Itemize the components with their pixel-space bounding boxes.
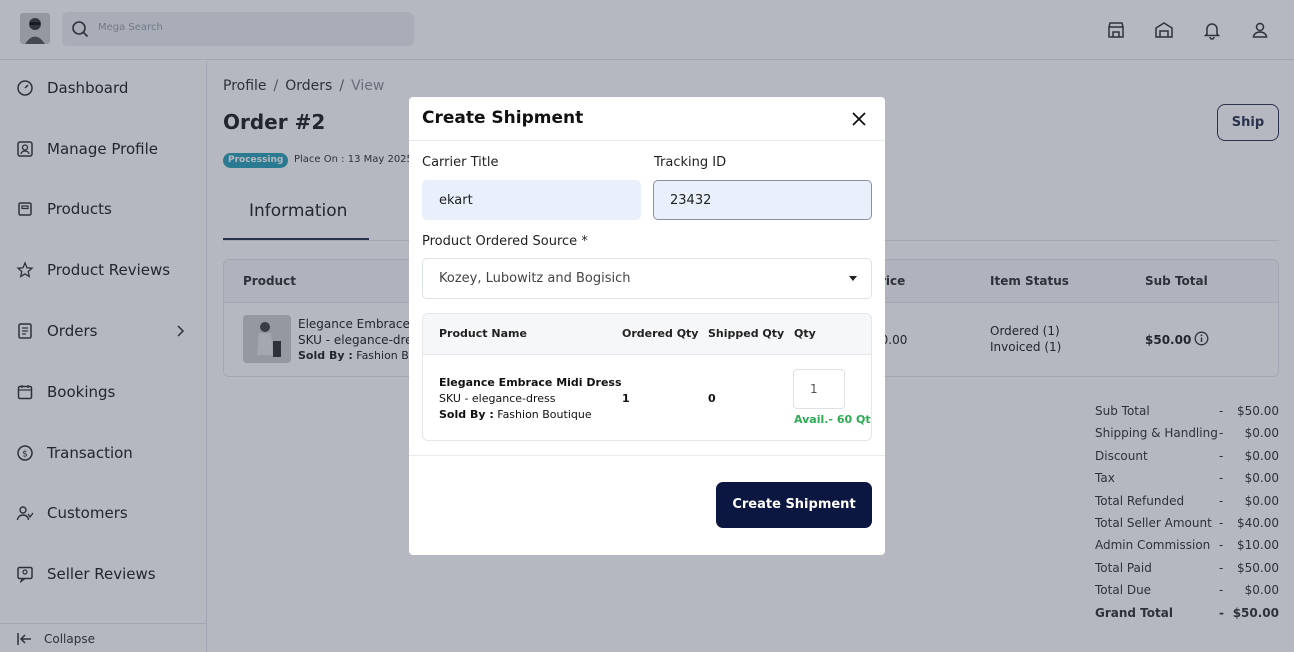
ordered-qty-value: 1 [622,392,630,405]
header-qty: Qty [794,327,816,340]
shipped-qty-value: 0 [708,392,716,405]
create-shipment-button[interactable]: Create Shipment [716,482,872,528]
tracking-id-input[interactable] [653,180,872,220]
shipment-products-table: Product Name Ordered Qty Shipped Qty Qty… [422,313,872,441]
qty-input[interactable] [793,369,845,409]
source-label: Product Ordered Source * [422,234,588,249]
modal-title: Create Shipment [422,108,583,128]
carrier-title-label: Carrier Title [422,155,498,170]
header-shipped-qty: Shipped Qty [708,327,784,340]
modal-header: Create Shipment [409,97,885,141]
caret-down-icon [849,276,857,281]
shipment-product-name: Elegance Embrace Midi Dress [439,376,622,389]
create-shipment-modal: Create Shipment Carrier Title Tracking I… [409,97,885,555]
source-select-value: Kozey, Lubowitz and Bogisich [439,271,630,286]
shipment-product-sold-by: Sold By : Fashion Boutique [439,408,592,421]
table-header: Product Name Ordered Qty Shipped Qty Qty [423,314,871,355]
available-qty: Avail.- 60 Qty [794,413,872,426]
header-ordered-qty: Ordered Qty [622,327,698,340]
shipment-product-sku: SKU - elegance-dress [439,392,555,405]
modal-divider [409,455,885,456]
carrier-title-input[interactable] [422,180,641,220]
close-icon[interactable] [850,110,868,128]
required-mark: * [581,234,588,249]
tracking-id-label: Tracking ID [654,155,726,170]
source-select[interactable]: Kozey, Lubowitz and Bogisich [422,258,872,299]
header-product-name: Product Name [439,327,527,340]
